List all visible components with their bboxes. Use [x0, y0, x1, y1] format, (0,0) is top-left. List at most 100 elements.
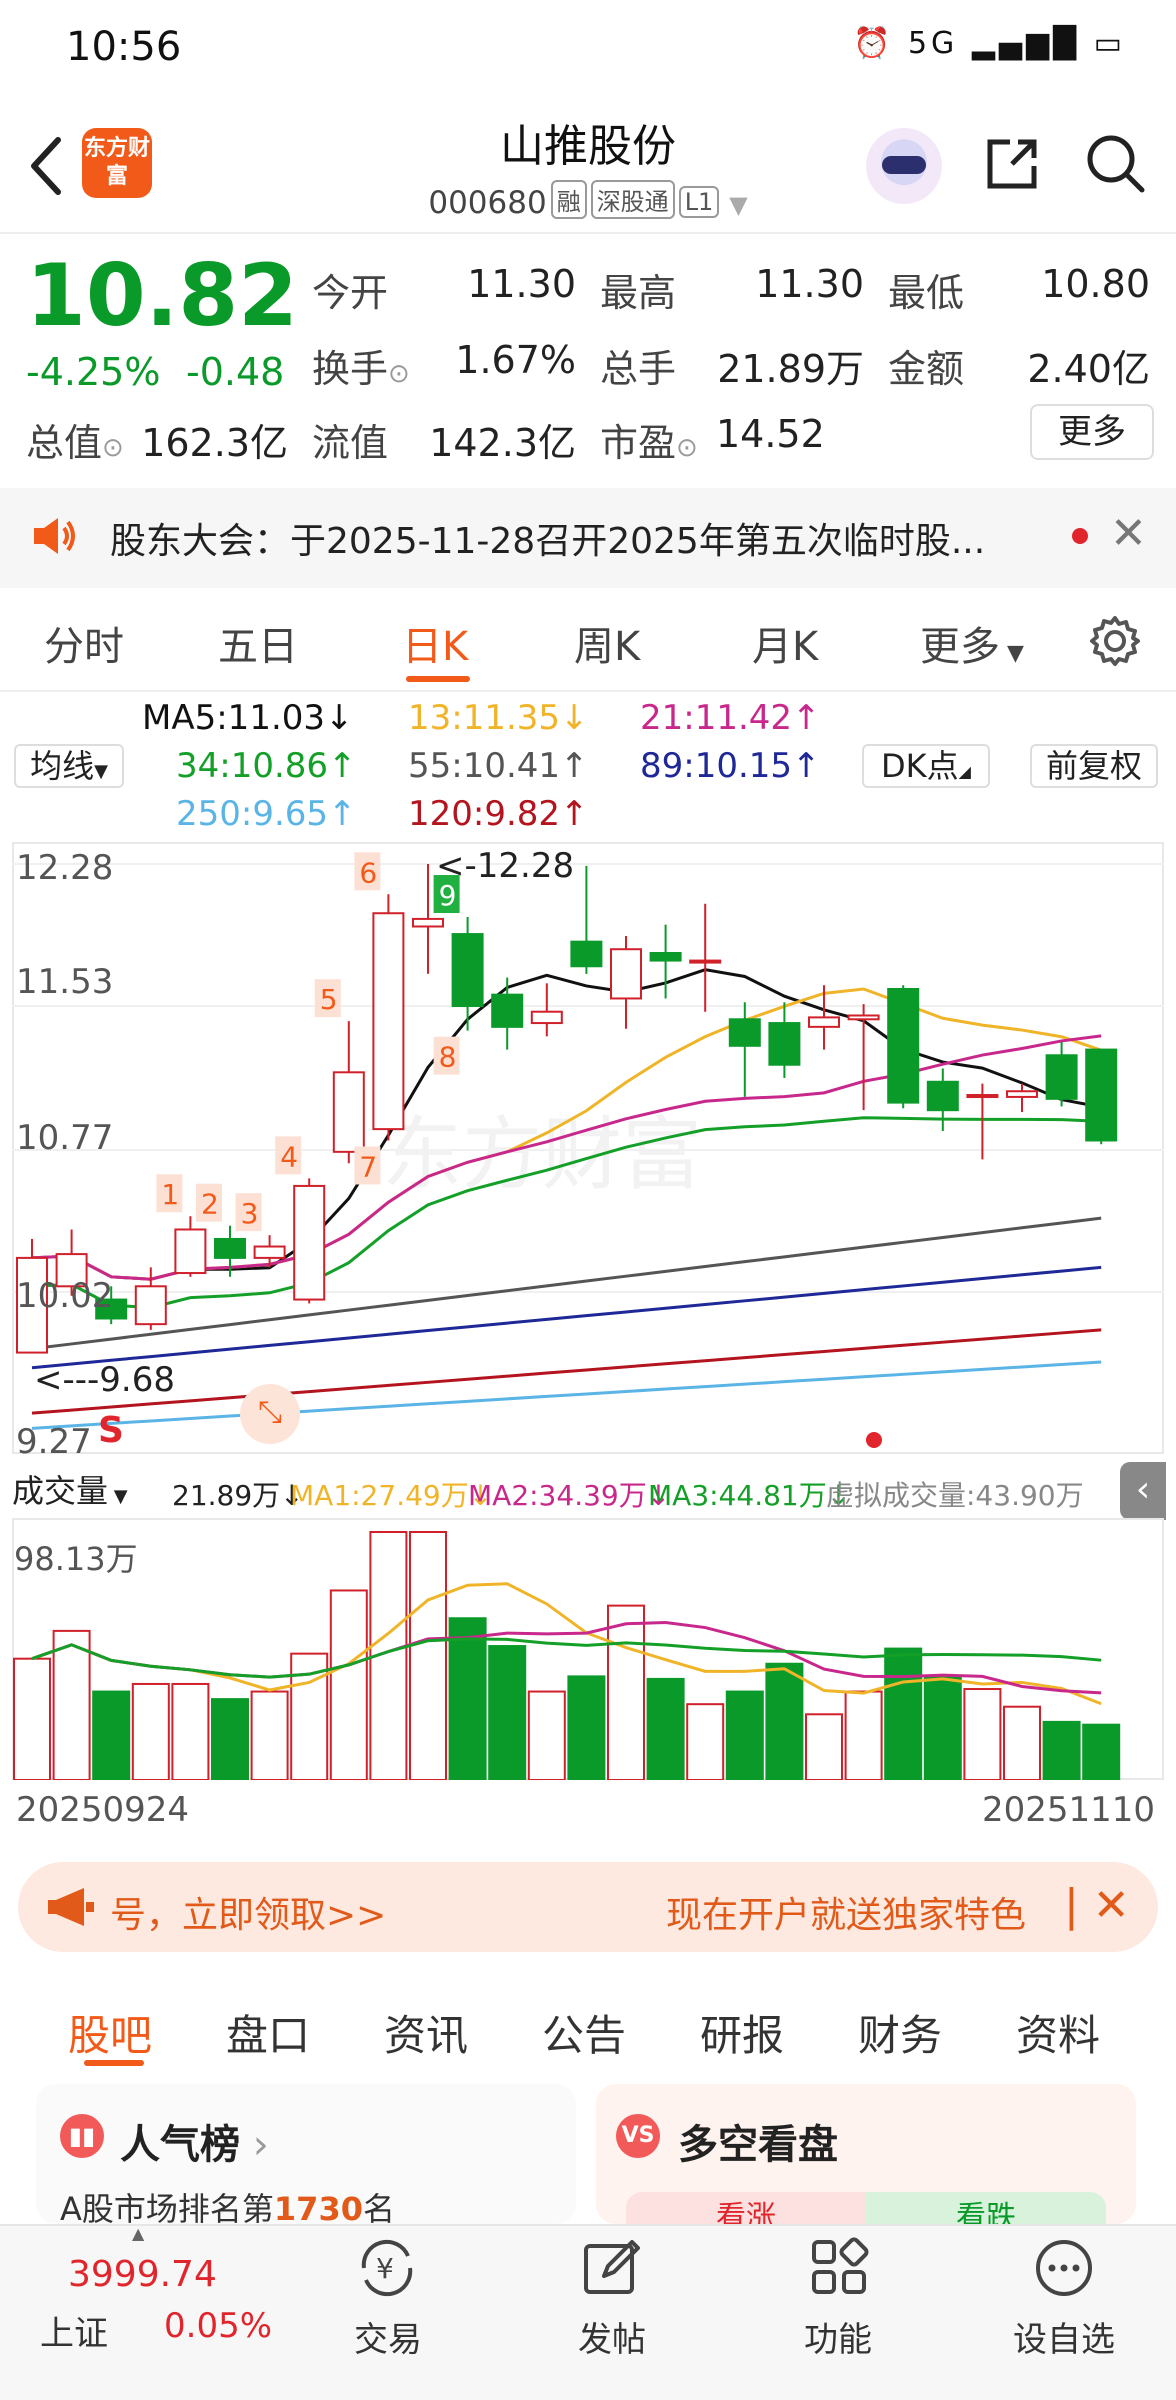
volume-bar: [527, 1690, 566, 1780]
bullish-button[interactable]: 看涨: [626, 2192, 866, 2224]
tab-day-k[interactable]: 日K: [402, 614, 468, 672]
tab-intraday[interactable]: 分时: [44, 614, 124, 672]
post-edit-icon[interactable]: [580, 2236, 644, 2300]
amount-label: 金额: [888, 347, 965, 391]
candle-body: [491, 993, 524, 1028]
promo-close-icon[interactable]: | ✕: [1064, 1880, 1130, 1931]
pe-label[interactable]: 市盈⊙: [600, 412, 698, 467]
index-value[interactable]: 3999.74: [68, 2254, 217, 2295]
ma250-label: 250:9.65↑: [176, 794, 357, 834]
ma-selector-label: 均线: [30, 747, 95, 785]
tab-news[interactable]: 资讯: [384, 2002, 468, 2063]
close-icon[interactable]: ✕: [1110, 508, 1147, 559]
bar-chart-icon: ▮▮: [60, 2114, 104, 2158]
nav-functions[interactable]: 功能: [758, 2312, 918, 2361]
volume-bar: [211, 1698, 249, 1780]
turnover-value: 1.67%: [455, 338, 576, 382]
count-label-text: 3: [241, 1197, 259, 1230]
start-date: 20250924: [16, 1790, 190, 1830]
dk-point-button[interactable]: DK点◢: [862, 744, 990, 788]
current-price: 10.82: [26, 246, 299, 346]
event-marker-dot[interactable]: [866, 1432, 882, 1448]
index-change[interactable]: 0.05%: [164, 2306, 272, 2346]
candle-body: [570, 940, 603, 968]
collapse-panel-button[interactable]: ‹: [1120, 1462, 1166, 1520]
candle-body: [372, 912, 405, 1131]
amount-value: 2.40亿: [1027, 347, 1150, 391]
volume-bar: [1003, 1705, 1041, 1780]
notice-unread-dot: [1072, 528, 1088, 544]
header-divider: [0, 232, 1176, 234]
change-amount: -0.48: [186, 350, 285, 394]
candle-body: [451, 933, 484, 1008]
long-short-title[interactable]: 多空看盘: [678, 2112, 838, 2170]
total-value-label[interactable]: 总值⊙: [26, 412, 124, 467]
candle-body: [412, 917, 444, 928]
volume-bar: [884, 1647, 923, 1780]
candle-body: [887, 987, 920, 1104]
sell-signal[interactable]: S: [98, 1410, 124, 1451]
candle-body: [847, 1014, 880, 1021]
popularity-title[interactable]: 人气榜 ›: [120, 2112, 269, 2170]
ma34-label: 34:10.86↑: [176, 746, 357, 786]
volume-value: 21.89万: [717, 347, 864, 391]
nav-post[interactable]: 发帖: [532, 2312, 692, 2361]
info-icon: ⊙: [388, 359, 410, 389]
tab-guba[interactable]: 股吧: [68, 2002, 152, 2063]
promo-left-text[interactable]: 号，立即领取>>: [110, 1886, 386, 1938]
volume-bar: [13, 1657, 51, 1780]
vol-ma3-line: [31, 1637, 1102, 1679]
trade-yen-icon[interactable]: ¥: [352, 2238, 422, 2298]
tab-week-k[interactable]: 周K: [574, 614, 640, 672]
bottom-tab-indicator: [84, 2060, 144, 2066]
tab-announcements[interactable]: 公告: [542, 2002, 626, 2063]
volume-bar: [725, 1690, 764, 1780]
volume-bar: [250, 1690, 289, 1780]
count-label: 1: [156, 1174, 183, 1213]
notice-text[interactable]: 股东大会：于2025-11-28召开2025年第五次临时股...: [110, 512, 1040, 564]
search-icon[interactable]: [1084, 132, 1146, 194]
candle-body: [174, 1228, 207, 1275]
volume-selector-label: 成交量: [12, 1472, 109, 1510]
functions-grid-icon[interactable]: [808, 2236, 872, 2300]
count-label: 4: [275, 1136, 302, 1175]
volume-indicator-selector[interactable]: 成交量 ▼: [12, 1466, 128, 1512]
adjust-mode-button[interactable]: 前复权: [1030, 744, 1158, 788]
dk-point-label: DK点: [881, 747, 959, 785]
caret-down-icon: ▼: [108, 1486, 128, 1507]
candle-body: [253, 1245, 286, 1259]
tab-profile[interactable]: 资料: [1016, 2002, 1100, 2063]
more-dots-icon[interactable]: [1032, 2236, 1096, 2300]
volume-bar: [131, 1682, 170, 1780]
tabs-divider: [0, 690, 1176, 692]
nav-trade[interactable]: 交易: [308, 2312, 468, 2361]
caret-up-icon: ▲: [132, 2224, 145, 2243]
tab-five-day[interactable]: 五日: [218, 614, 298, 672]
volume-bar: [805, 1713, 843, 1780]
share-icon[interactable]: [982, 134, 1042, 194]
more-quote-button[interactable]: 更多: [1030, 404, 1154, 460]
tab-finance[interactable]: 财务: [858, 2002, 942, 2063]
promo-right-text[interactable]: 现在开户就送独家特色: [666, 1886, 1026, 1938]
vol-virtual: 虚拟成交量:43.90万: [826, 1479, 1084, 1512]
nav-add-watchlist[interactable]: 设自选: [984, 2312, 1144, 2361]
vol-ma3: MA3:44.81万↓: [648, 1479, 851, 1512]
pe-value: 14.52: [716, 412, 825, 456]
ma-selector[interactable]: 均线▼: [14, 744, 124, 788]
tab-active-indicator: [406, 676, 470, 682]
tab-pankou[interactable]: 盘口: [226, 2002, 310, 2063]
turnover-label[interactable]: 换手⊙: [312, 338, 410, 393]
candle-body: [1085, 1048, 1118, 1142]
index-name[interactable]: 上证: [40, 2306, 108, 2355]
volume-bar: [409, 1531, 447, 1780]
settings-gear-icon[interactable]: [1088, 614, 1142, 668]
tab-more[interactable]: 更多 ▼: [920, 614, 1024, 672]
stock-code: 000680: [428, 185, 547, 221]
tab-research[interactable]: 研报: [700, 2002, 784, 2063]
tab-month-k[interactable]: 月K: [752, 614, 818, 672]
bearish-button[interactable]: 看跌: [866, 2192, 1106, 2224]
high-label: 最高: [600, 271, 677, 315]
expand-arrows-icon[interactable]: ⤡: [240, 1384, 300, 1444]
float-value: 142.3亿: [429, 421, 576, 465]
count-label-text: 7: [359, 1150, 377, 1183]
